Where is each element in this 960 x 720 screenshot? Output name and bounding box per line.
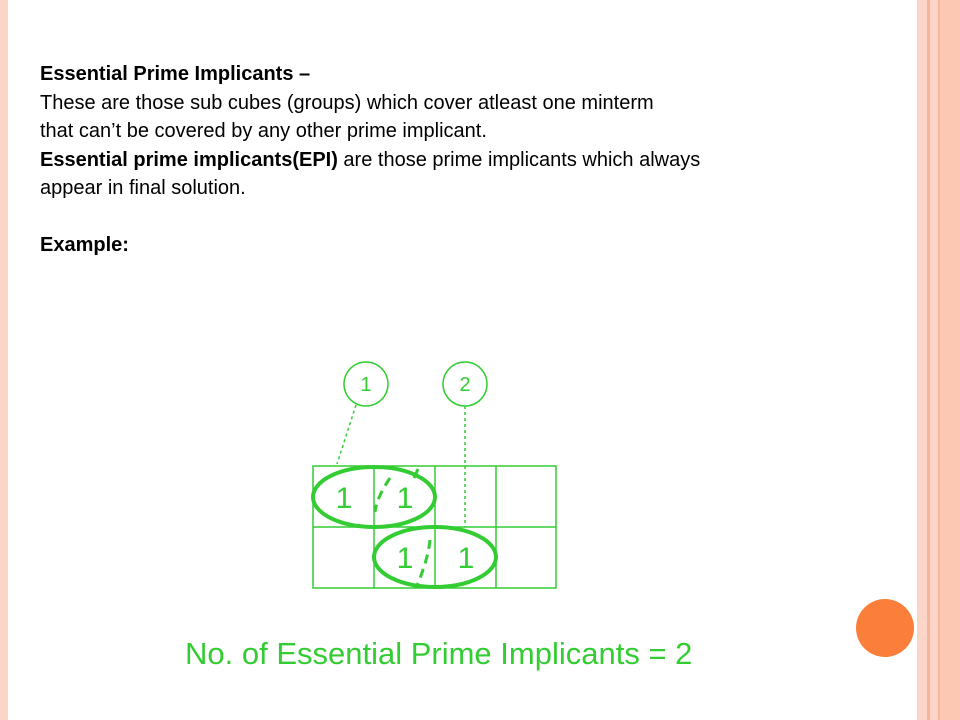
- kmap-cell-r2c3: 1: [458, 542, 475, 575]
- heading-line: Essential Prime Implicants –: [40, 60, 900, 89]
- slide-body: Essential Prime Implicants – These are t…: [40, 60, 900, 260]
- example-label: Example:: [40, 234, 129, 256]
- callout-2-label: 2: [459, 374, 470, 396]
- karnaugh-map-diagram: 1 2 1 1 1 1: [311, 361, 557, 589]
- decorative-orange-circle: [856, 599, 914, 657]
- definition-line-4: appear in final solution.: [40, 177, 246, 199]
- result-caption: No. of Essential Prime Implicants = 2: [185, 636, 693, 671]
- example-line: Example:: [40, 231, 900, 260]
- definition-line-1: These are those sub cubes (groups) which…: [40, 91, 654, 114]
- epi-term: Essential prime implicants(EPI): [40, 148, 338, 171]
- heading: Essential Prime Implicants –: [40, 63, 311, 85]
- kmap-cell-r1c1: 1: [336, 482, 353, 515]
- right-decorative-stripes: [917, 0, 960, 720]
- kmap-cell-r1c2: 1: [397, 482, 414, 515]
- kmap-cell-r2c2: 1: [397, 542, 414, 575]
- left-decorative-stripe: [0, 0, 8, 720]
- callout-1-label: 1: [360, 374, 371, 396]
- epi-definition-line: Essential prime implicants(EPI) are thos…: [40, 146, 900, 175]
- epi-description: are those prime implicants which always: [337, 148, 701, 171]
- definition-line-2: that can’t be covered by any other prime…: [40, 120, 487, 142]
